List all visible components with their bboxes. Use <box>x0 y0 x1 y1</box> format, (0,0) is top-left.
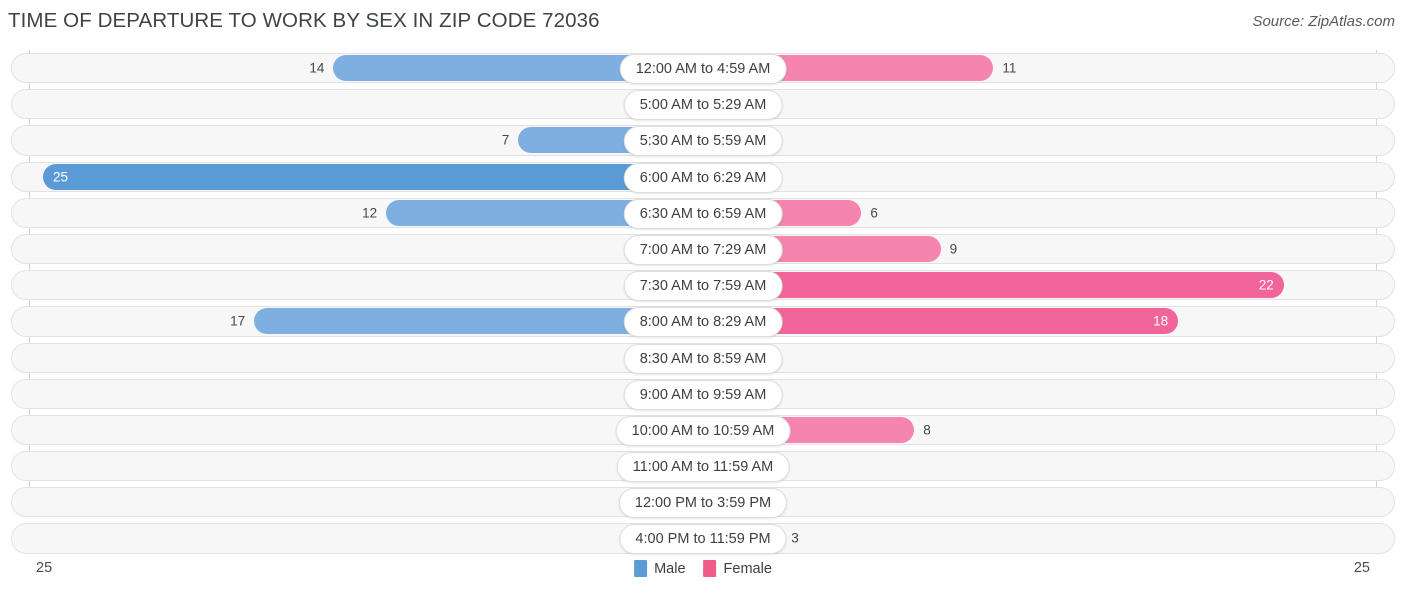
male-bar[interactable]: 25 <box>43 163 703 190</box>
chart-footer: 25 Male Female 25 <box>0 555 1406 594</box>
female-value-label: 18 <box>1153 313 1169 329</box>
category-label: 7:30 AM to 7:59 AM <box>623 271 783 302</box>
female-value-label: 22 <box>1258 277 1274 293</box>
female-value-label: 6 <box>870 205 878 221</box>
male-color-swatch <box>634 560 648 577</box>
chart-row: 0227:30 AM to 7:59 AM <box>0 267 1406 303</box>
female-bar[interactable]: 22 <box>703 272 1284 299</box>
category-label: 7:00 AM to 7:29 AM <box>623 234 783 265</box>
chart-row: 034:00 PM to 11:59 PM <box>0 520 1406 556</box>
chart-row: 097:00 AM to 7:29 AM <box>0 231 1406 267</box>
category-label: 10:00 AM to 10:59 AM <box>615 415 791 446</box>
category-label: 6:00 AM to 6:29 AM <box>623 162 783 193</box>
chart-page: TIME OF DEPARTURE TO WORK BY SEX IN ZIP … <box>0 0 1406 594</box>
axis-label-left-max: 25 <box>36 560 53 576</box>
chart-row: 0011:00 AM to 11:59 AM <box>0 448 1406 484</box>
category-label: 5:00 AM to 5:29 AM <box>623 90 783 121</box>
plot-area: 14 11 12:00 AM to 4:59 AM005:00 AM to 5:29… <box>0 50 1406 555</box>
category-label: 9:00 AM to 9:59 AM <box>623 379 783 410</box>
legend-label-male: Male <box>654 560 686 577</box>
source-attribution: Source: ZipAtlas.com <box>1252 13 1395 30</box>
category-label: 12:00 AM to 4:59 AM <box>619 54 787 84</box>
chart-row: 009:00 AM to 9:59 AM <box>0 376 1406 412</box>
female-value-label: 11 <box>1002 60 1017 76</box>
chart-row: 12 6 6:30 AM to 6:59 AM <box>0 195 1406 231</box>
legend-item-female[interactable]: Female <box>703 560 772 577</box>
male-value-label: 25 <box>53 169 69 185</box>
category-label: 8:00 AM to 8:29 AM <box>623 307 783 338</box>
chart-row: 008:30 AM to 8:59 AM <box>0 340 1406 376</box>
male-value-label: 7 <box>501 132 510 148</box>
category-label: 5:30 AM to 5:59 AM <box>623 126 783 157</box>
female-value-label: 9 <box>949 241 958 257</box>
chart-row: 0810:00 AM to 10:59 AM <box>0 412 1406 448</box>
chart-row: 14 11 12:00 AM to 4:59 AM <box>0 50 1406 86</box>
chart-row: 2506:00 AM to 6:29 AM <box>0 159 1406 195</box>
category-label: 11:00 AM to 11:59 AM <box>616 452 790 483</box>
legend-item-male[interactable]: Male <box>634 560 686 577</box>
category-label: 12:00 PM to 3:59 PM <box>618 488 788 519</box>
male-value-label: 17 <box>230 313 246 329</box>
female-color-swatch <box>703 560 717 577</box>
chart-row: 17 18 8:00 AM to 8:29 AM <box>0 303 1406 339</box>
legend-label-female: Female <box>723 560 772 577</box>
male-value-label: 14 <box>309 60 325 76</box>
category-label: 6:30 AM to 6:59 AM <box>623 198 783 229</box>
legend: Male Female <box>634 560 772 577</box>
page-title: TIME OF DEPARTURE TO WORK BY SEX IN ZIP … <box>8 9 600 32</box>
chart-row: 705:30 AM to 5:59 AM <box>0 122 1406 158</box>
category-label: 8:30 AM to 8:59 AM <box>623 343 783 374</box>
female-value-label: 3 <box>791 530 799 546</box>
chart-row: 0112:00 PM to 3:59 PM <box>0 484 1406 520</box>
male-value-label: 12 <box>362 205 378 221</box>
chart-row: 005:00 AM to 5:29 AM <box>0 86 1406 122</box>
bar-rows: 14 11 12:00 AM to 4:59 AM005:00 AM to 5:29… <box>0 50 1406 557</box>
female-value-label: 8 <box>923 422 931 438</box>
axis-label-right-max: 25 <box>1353 560 1370 576</box>
category-label: 4:00 PM to 11:59 PM <box>619 524 787 555</box>
